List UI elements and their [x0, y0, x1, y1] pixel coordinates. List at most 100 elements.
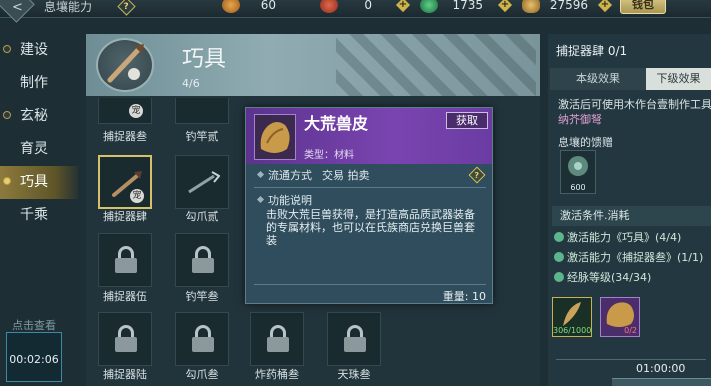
slot-label: 钓竿贰 — [185, 130, 219, 143]
effect-link[interactable]: 纳芥御弩 — [558, 113, 602, 127]
category-qiaoju[interactable]: 巧具 — [0, 166, 78, 199]
item-name: 大荒兽皮 — [304, 114, 369, 133]
condition-row: 经脉等级(34/34) — [554, 271, 651, 285]
lock-icon — [115, 246, 137, 274]
tooltip-header: 大荒兽皮 类型：材料 获取 — [246, 108, 492, 164]
slot-fishing-rod-2[interactable] — [175, 98, 229, 124]
slot-powder-keg-3[interactable] — [250, 312, 304, 366]
slot-catcher-3[interactable]: 宠 — [98, 98, 152, 124]
slot-label: 天珠叁 — [337, 368, 371, 381]
slot-label: 钓竿叁 — [185, 290, 219, 303]
category-yuling[interactable]: 育灵 — [0, 133, 78, 166]
category-progress: 4/6 — [182, 77, 200, 90]
activate-button[interactable] — [612, 378, 711, 386]
bullet-icon — [3, 45, 11, 53]
section-title: 激活条件.消耗 — [560, 209, 630, 222]
page-title: 息壤能力 — [44, 0, 93, 14]
add-resource-3-button[interactable]: + — [497, 0, 513, 13]
back-arrow-icon: < — [12, 0, 23, 15]
divider — [556, 359, 706, 360]
lock-icon — [192, 246, 214, 274]
slot-grapple-2[interactable] — [175, 155, 229, 209]
slot-label: 炸药桶叁 — [255, 368, 299, 381]
item-description: 击败大荒巨兽获得，是打造高品质武器装备的专属材料，也可以在氏族商店兑换巨兽套装 — [266, 208, 475, 247]
beast-hide-icon — [254, 114, 296, 160]
bullet-icon — [256, 195, 265, 204]
category-menu: 建设 制作 玄秘 育灵 巧具 千乘 — [0, 34, 78, 232]
category-emblem — [96, 38, 154, 92]
feather-material-icon — [563, 302, 581, 326]
watch-timer-box[interactable]: 00:02:06 — [6, 332, 62, 382]
obtain-button[interactable]: 获取 — [446, 112, 488, 129]
category-qiancheng[interactable]: 千乘 — [0, 199, 78, 232]
divider — [254, 284, 486, 285]
wallet-button[interactable]: 钱包 — [620, 0, 666, 14]
resource-value-3: 1735 — [452, 0, 483, 12]
slot-catcher-5[interactable] — [98, 233, 152, 287]
lock-icon — [344, 325, 366, 353]
tab-current-effect[interactable]: 本级效果 — [550, 68, 646, 90]
pet-badge: 宠 — [130, 189, 144, 203]
detail-title: 捕捉器肆 0/1 — [556, 44, 628, 58]
section-header: 激活条件.消耗 — [552, 206, 711, 226]
slot-label: 捕捉器陆 — [103, 368, 147, 381]
resource-value-1: 60 — [260, 0, 276, 12]
item-tooltip: 大荒兽皮 类型：材料 获取 流通方式 交易 拍卖 ? 功能说明 击败大荒巨兽获得，… — [245, 107, 493, 304]
check-icon — [554, 272, 564, 282]
resource-value-2: 0 — [364, 0, 372, 12]
item-weight: 重量: 10 — [442, 290, 486, 303]
cost-2-amount: 0/2 — [624, 326, 637, 335]
slot-catcher-4[interactable]: 宠 — [98, 155, 152, 209]
resource-value-4: 27596 — [549, 0, 588, 12]
gift-count: 600 — [570, 183, 586, 192]
effect-text: 激活后可使用木作台壹制作工具 — [558, 98, 711, 111]
bullet-icon — [3, 177, 11, 185]
gift-item-icon — [568, 156, 588, 176]
gift-title: 息壤的馈赠 — [558, 136, 613, 149]
category-header — [86, 34, 540, 96]
check-icon — [554, 232, 564, 242]
slot-label: 勾爪叁 — [185, 368, 219, 381]
circulation-label: 流通方式 — [268, 169, 312, 182]
beast-hide-icon — [606, 302, 634, 327]
category-xuanmi[interactable]: 玄秘 — [0, 100, 78, 133]
lock-icon — [115, 325, 137, 353]
check-icon — [554, 252, 564, 262]
top-bar: < 息壤能力 ? 60 0 + 1735 + 27596 + 钱包 — [0, 0, 711, 23]
cost-item-1[interactable]: 306/1000 — [552, 297, 592, 337]
desc-title-row: 功能说明 — [256, 194, 312, 208]
lock-icon — [192, 325, 214, 353]
condition-row: 激活能力《巧具》(4/4) — [554, 231, 681, 245]
gift-item-slot[interactable]: 600 — [560, 150, 596, 194]
watch-time: 00:02:06 — [9, 353, 59, 366]
catcher-tool-icon — [107, 44, 144, 83]
lock-icon — [267, 325, 289, 353]
desc-title: 功能说明 — [268, 194, 312, 207]
slot-label: 勾爪贰 — [185, 210, 219, 223]
slot-label: 捕捉器肆 — [103, 210, 147, 223]
cost-item-2[interactable]: 0/2 — [600, 297, 640, 337]
category-title: 巧具 — [182, 47, 227, 72]
watch-label: 点击查看 — [12, 319, 56, 332]
bullet-icon — [3, 111, 11, 119]
craft-timer: 01:00:00 — [636, 362, 686, 375]
tab-next-effect[interactable]: 下级效果 — [646, 68, 711, 90]
slot-label: 捕捉器叁 — [103, 130, 147, 143]
help-icon[interactable]: ? — [117, 0, 136, 16]
bullet-icon — [256, 170, 265, 179]
pet-badge: 宠 — [129, 104, 143, 118]
help-icon[interactable]: ? — [468, 166, 486, 184]
circulation-row: 流通方式 交易 拍卖 — [256, 169, 370, 183]
grapple-hook-icon — [188, 171, 220, 194]
category-jianshe[interactable]: 建设 — [0, 34, 78, 67]
add-resource-4-button[interactable]: + — [597, 0, 613, 13]
slot-label: 捕捉器伍 — [103, 290, 147, 303]
slot-sky-pearl-3[interactable] — [327, 312, 381, 366]
slot-fishing-rod-3[interactable] — [175, 233, 229, 287]
add-resource-2-button[interactable]: + — [395, 0, 411, 13]
category-zhizuo[interactable]: 制作 — [0, 67, 78, 100]
slot-grapple-3[interactable] — [175, 312, 229, 366]
slot-catcher-6[interactable] — [98, 312, 152, 366]
cost-1-amount: 306/1000 — [553, 326, 592, 335]
divider — [254, 187, 486, 188]
